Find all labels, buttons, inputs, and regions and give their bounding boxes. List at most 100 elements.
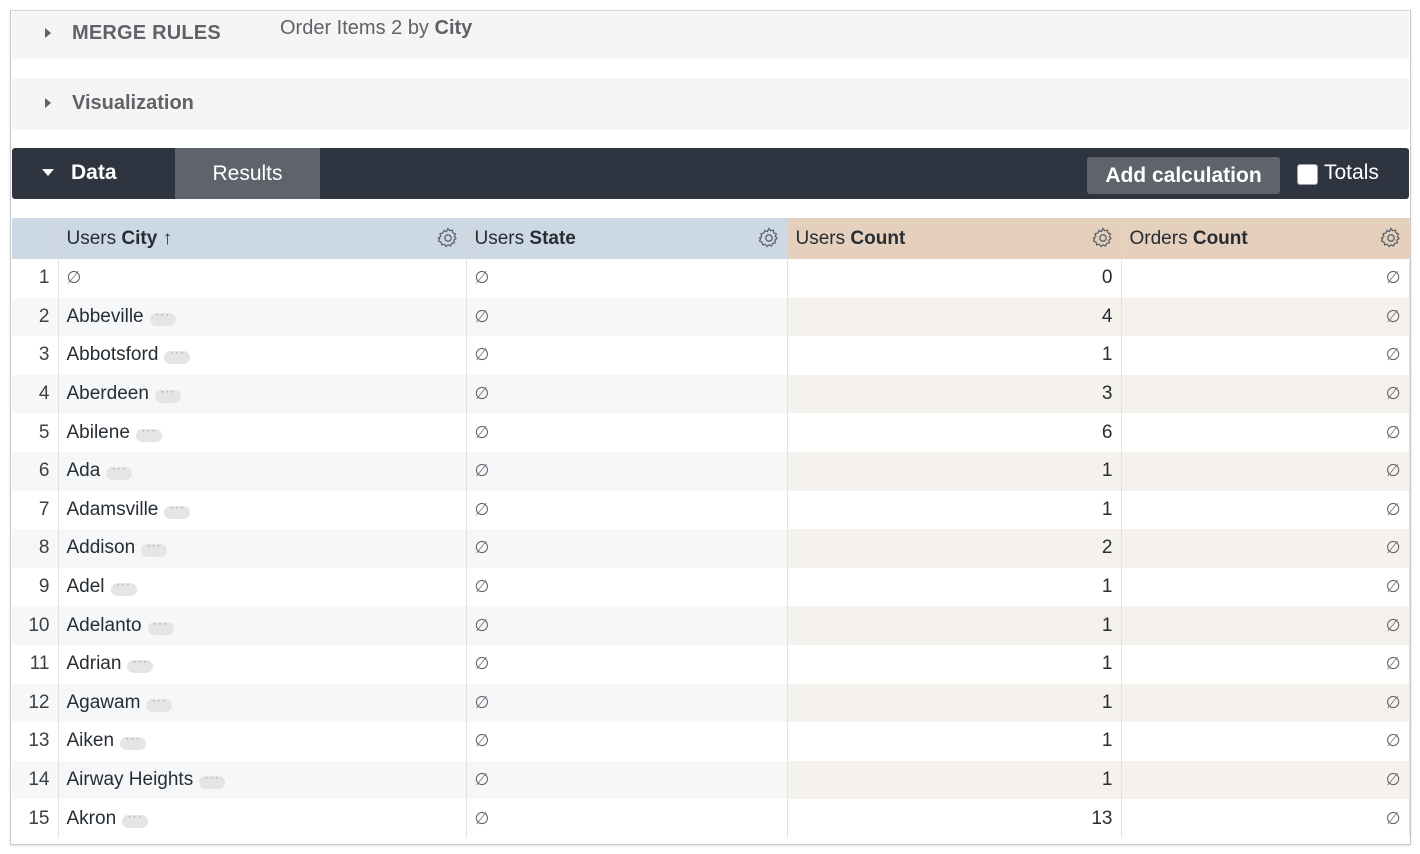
merge-rules-section[interactable]: MERGE RULES Order Items 2 by City [12, 11, 1409, 59]
cell-users-state[interactable]: ∅ [466, 683, 788, 723]
cell-users-count[interactable]: 1 [787, 567, 1122, 607]
cell-orders-count[interactable]: ∅ [1121, 259, 1410, 298]
more-options-icon[interactable] [106, 461, 133, 481]
caret-down-icon[interactable] [42, 169, 54, 176]
merge-rules-label[interactable]: MERGE RULES [72, 22, 221, 45]
cell-users-city[interactable]: ∅ [58, 259, 467, 298]
cell-orders-count[interactable]: ∅ [1121, 644, 1410, 684]
more-options-icon[interactable] [141, 538, 168, 558]
cell-users-state[interactable]: ∅ [466, 722, 788, 761]
cell-users-count[interactable]: 1 [787, 760, 1122, 800]
cell-users-count[interactable]: 2 [787, 529, 1122, 568]
cell-users-city[interactable]: Aberdeen [58, 374, 467, 414]
cell-orders-count[interactable]: ∅ [1121, 799, 1410, 838]
table-row: 6Ada∅1∅ [12, 451, 1410, 491]
column-header-users-state[interactable]: Users State [466, 218, 788, 259]
cell-users-state[interactable]: ∅ [466, 606, 788, 645]
more-options-icon[interactable] [199, 770, 226, 790]
more-options-icon[interactable] [154, 384, 181, 404]
more-options-icon[interactable] [110, 577, 137, 597]
column-header-users-city[interactable]: Users City ↑ [58, 218, 467, 259]
cell-orders-count[interactable]: ∅ [1121, 374, 1410, 414]
more-options-icon[interactable] [164, 500, 191, 519]
gear-icon[interactable] [757, 226, 781, 250]
cell-users-city[interactable]: Abbeville [58, 297, 467, 337]
gear-icon[interactable] [1091, 226, 1115, 250]
cell-users-city[interactable]: Addison [58, 529, 467, 568]
more-options-icon[interactable] [146, 693, 173, 712]
cell-orders-count[interactable]: ∅ [1121, 490, 1410, 530]
cell-users-city[interactable]: Ada [58, 451, 467, 491]
table-row: 11Adrian∅1∅ [12, 644, 1410, 684]
cell-users-count[interactable]: 3 [787, 374, 1122, 414]
cell-users-city[interactable]: Adelanto [58, 606, 467, 645]
add-calculation-button[interactable]: Add calculation [1087, 157, 1280, 194]
visualization-section[interactable]: Visualization [12, 78, 1409, 130]
cell-users-state[interactable]: ∅ [466, 413, 788, 452]
cell-users-city[interactable]: Abbotsford [58, 336, 467, 375]
cell-users-state[interactable]: ∅ [466, 297, 788, 337]
more-options-icon[interactable] [135, 423, 162, 442]
cell-orders-count[interactable]: ∅ [1121, 606, 1410, 645]
row-number: 8 [12, 529, 59, 568]
totals-checkbox[interactable] [1297, 164, 1318, 185]
cell-users-city[interactable]: Adrian [58, 644, 467, 684]
cell-users-count[interactable]: 1 [787, 722, 1122, 761]
cell-orders-count[interactable]: ∅ [1121, 760, 1410, 800]
cell-orders-count[interactable]: ∅ [1121, 683, 1410, 723]
cell-users-city[interactable]: Airway Heights [58, 760, 467, 800]
cell-orders-count[interactable]: ∅ [1121, 297, 1410, 337]
more-options-icon[interactable] [122, 809, 149, 828]
column-header-orders-count[interactable]: Orders Count [1121, 218, 1410, 259]
cell-users-city[interactable]: Adel [58, 567, 467, 607]
more-options-icon[interactable] [120, 731, 147, 751]
cell-users-count[interactable]: 6 [787, 413, 1122, 452]
column-header-users-count[interactable]: Users Count [787, 218, 1122, 259]
more-options-icon[interactable] [164, 345, 191, 365]
more-options-icon[interactable] [149, 307, 176, 326]
cell-users-count[interactable]: 13 [787, 799, 1122, 838]
more-options-icon[interactable] [127, 654, 154, 674]
caret-right-icon[interactable] [45, 98, 51, 108]
cell-users-city[interactable]: Akron [58, 799, 467, 838]
cell-users-state[interactable]: ∅ [466, 529, 788, 568]
cell-users-state[interactable]: ∅ [466, 374, 788, 414]
cell-users-state[interactable]: ∅ [466, 644, 788, 684]
cell-orders-count[interactable]: ∅ [1121, 567, 1410, 607]
cell-users-state[interactable]: ∅ [466, 567, 788, 607]
cell-users-city[interactable]: Abilene [58, 413, 467, 452]
table-body: 1∅∅0∅2Abbeville∅4∅3Abbotsford∅1∅4Aberdee… [12, 259, 1410, 838]
cell-users-state[interactable]: ∅ [466, 451, 788, 491]
column-prefix: Orders [1129, 227, 1193, 249]
cell-users-count[interactable]: 1 [787, 606, 1122, 645]
cell-users-count[interactable]: 1 [787, 644, 1122, 684]
cell-orders-count[interactable]: ∅ [1121, 529, 1410, 568]
caret-right-icon[interactable] [45, 28, 51, 38]
cell-users-count[interactable]: 1 [787, 490, 1122, 530]
cell-users-state[interactable]: ∅ [466, 760, 788, 800]
cell-users-state[interactable]: ∅ [466, 490, 788, 530]
tab-data[interactable]: Data [12, 148, 175, 199]
cell-orders-count[interactable]: ∅ [1121, 451, 1410, 491]
cell-orders-count[interactable]: ∅ [1121, 336, 1410, 375]
tab-results[interactable]: Results [175, 148, 320, 199]
cell-users-state[interactable]: ∅ [466, 259, 788, 298]
cell-users-city[interactable]: Adamsville [58, 490, 467, 530]
column-field: Count [1192, 227, 1248, 249]
cell-users-city[interactable]: Agawam [58, 683, 467, 723]
results-table: Users City ↑ Users State Users Count Ord… [12, 218, 1410, 838]
gear-icon[interactable] [1379, 226, 1403, 250]
more-options-icon[interactable] [147, 616, 174, 635]
cell-orders-count[interactable]: ∅ [1121, 413, 1410, 452]
visualization-label[interactable]: Visualization [72, 92, 194, 115]
cell-users-count[interactable]: 1 [787, 683, 1122, 723]
cell-users-count[interactable]: 0 [787, 259, 1122, 298]
cell-orders-count[interactable]: ∅ [1121, 722, 1410, 761]
cell-users-state[interactable]: ∅ [466, 336, 788, 375]
gear-icon[interactable] [436, 226, 460, 250]
cell-users-state[interactable]: ∅ [466, 799, 788, 838]
cell-users-count[interactable]: 1 [787, 336, 1122, 375]
cell-users-count[interactable]: 4 [787, 297, 1122, 337]
cell-users-city[interactable]: Aiken [58, 722, 467, 761]
cell-users-count[interactable]: 1 [787, 451, 1122, 491]
